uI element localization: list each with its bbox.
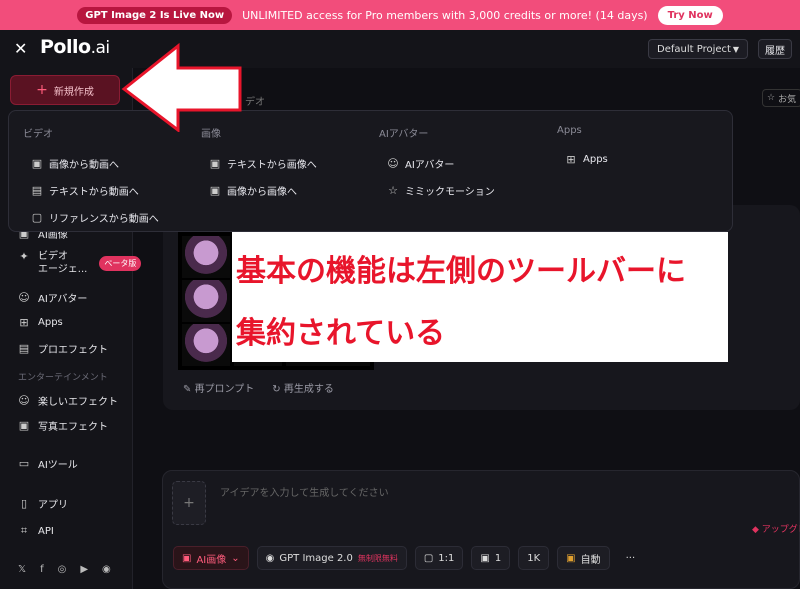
ratio-select[interactable]: ▢ 1:1 xyxy=(414,546,464,570)
menu-item-text-to-video[interactable]: ▤ テキストから動画へ xyxy=(23,177,159,204)
close-icon[interactable]: ✕ xyxy=(14,39,27,58)
annotation-line-2: 集約されている xyxy=(236,316,446,351)
apps-icon: ⊞ xyxy=(566,153,576,166)
sidebar-item-avatar[interactable]: ☺ AIアバター xyxy=(18,290,87,305)
thumbnail xyxy=(182,236,230,278)
style-select[interactable]: ▣ 自動 xyxy=(557,546,610,570)
reprompt-button[interactable]: ✎ 再プロンプト xyxy=(183,380,254,395)
avatar-icon: ☺ xyxy=(18,291,30,304)
model-icon: ◉ xyxy=(265,552,275,564)
count-select[interactable]: ▣ 1 xyxy=(471,546,511,570)
annotation-callout: 基本の機能は左側のツールバーに 集約されている xyxy=(232,232,728,362)
create-menu: ビデオ ▣ 画像から動画へ ▤ テキストから動画へ ▢ リファレンスから動画へ 画像 … xyxy=(8,110,733,232)
motion-icon: ☆ xyxy=(388,184,398,197)
image-icon: ▣ xyxy=(182,552,192,564)
annotation-arrow xyxy=(121,42,242,132)
youtube-icon[interactable]: ▶ xyxy=(80,564,88,575)
menu-col-image: 画像 ▣ テキストから画像へ ▣ 画像から画像へ xyxy=(201,125,317,204)
refresh-icon: ↻ xyxy=(272,384,284,395)
menu-item-reference-to-video[interactable]: ▢ リファレンスから動画へ xyxy=(23,204,159,231)
menu-item-text-to-image[interactable]: ▣ テキストから画像へ xyxy=(201,150,317,177)
sidebar-item-app[interactable]: ▯ アプリ xyxy=(18,496,68,511)
sidebar-item-ai-tools[interactable]: ▭ AIツール xyxy=(18,456,78,471)
free-badge: 無制限無料 xyxy=(357,553,398,563)
sidebar-item-video-agent[interactable]: ✦ ビデオ エージェ... ベータ版 xyxy=(18,250,142,276)
photo-icon: ▣ xyxy=(18,419,30,432)
favorites-button[interactable]: ☆ お気 xyxy=(762,89,800,107)
api-icon: ⌗ xyxy=(20,524,28,537)
plus-icon: + xyxy=(36,82,48,98)
tag-icon: ◆ xyxy=(752,525,762,535)
sidebar-section-entertainment: エンターテインメント xyxy=(18,373,108,383)
image-image-icon: ▣ xyxy=(209,184,221,197)
thumbnail xyxy=(182,324,230,366)
sidebar-item-pro-effects[interactable]: ▤ プロエフェクト xyxy=(18,341,108,356)
reference-icon: ▢ xyxy=(31,211,43,224)
add-image-button[interactable]: + xyxy=(172,481,206,525)
regenerate-button[interactable]: ↻ 再生成する xyxy=(272,380,334,395)
tools-icon: ▭ xyxy=(18,457,30,470)
prompt-input[interactable]: アイデアを入力して生成してください xyxy=(220,484,389,499)
menu-item-mimic-motion[interactable]: ☆ ミミックモーション xyxy=(379,177,495,204)
card-actions: ✎ 再プロンプト ↻ 再生成する xyxy=(183,380,334,395)
logo[interactable]: Pollo.ai xyxy=(40,36,110,58)
composer-toolbar: ▣ AI画像 ⌄ ◉ GPT Image 2.0 無制限無料 ▢ 1:1 ▣ 1 1K ▣ 自… xyxy=(173,546,643,570)
menu-item-image-to-video[interactable]: ▣ 画像から動画へ xyxy=(23,150,159,177)
upgrade-link[interactable]: ◆ アップグレ xyxy=(752,522,800,535)
promo-banner: GPT Image 2 Is Live Now UNLIMITED access… xyxy=(0,0,800,30)
instagram-icon[interactable]: ◎ xyxy=(58,564,67,575)
fun-effects-icon: ☺ xyxy=(18,394,30,407)
mode-select[interactable]: ▣ AI画像 ⌄ xyxy=(173,546,249,570)
text-image-icon: ▣ xyxy=(209,157,221,170)
star-icon: ☆ xyxy=(767,93,776,103)
text-video-icon: ▤ xyxy=(31,184,43,197)
chevron-down-icon: ⌄ xyxy=(231,552,240,564)
ratio-icon: ▢ xyxy=(423,552,434,564)
effects-icon: ▤ xyxy=(18,342,30,355)
x-icon[interactable]: 𝕏 xyxy=(18,564,26,575)
apps-icon: ⊞ xyxy=(19,316,29,329)
model-select[interactable]: ◉ GPT Image 2.0 無制限無料 xyxy=(256,546,407,570)
menu-col-avatar: AIアバター ☺ AIアバター ☆ ミミックモーション xyxy=(379,125,495,204)
sidebar-item-photo-effects[interactable]: ▣ 写真エフェクト xyxy=(18,418,108,433)
menu-item-ai-avatar[interactable]: ☺ AIアバター xyxy=(379,150,495,177)
banner-pill: GPT Image 2 Is Live Now xyxy=(77,6,233,24)
new-create-button[interactable]: + 新規作成 xyxy=(10,75,120,105)
thumbnail xyxy=(182,280,230,322)
menu-item-apps[interactable]: ⊞ Apps xyxy=(557,146,607,173)
style-icon: ▣ xyxy=(566,552,576,564)
plus-icon: + xyxy=(183,495,195,511)
banner-message: UNLIMITED access for Pro members with 3,… xyxy=(242,8,648,22)
phone-icon: ▯ xyxy=(20,497,28,510)
discord-icon[interactable]: ◉ xyxy=(102,564,111,575)
menu-col-apps: Apps ⊞ Apps xyxy=(557,125,608,173)
facebook-icon[interactable]: f xyxy=(40,564,44,575)
sidebar-item-apps[interactable]: ⊞ Apps xyxy=(18,316,62,329)
count-icon: ▣ xyxy=(480,552,490,564)
try-now-button[interactable]: Try Now xyxy=(657,5,723,25)
more-button[interactable]: ··· xyxy=(618,546,644,570)
image-video-icon: ▣ xyxy=(31,157,43,170)
resolution-select[interactable]: 1K xyxy=(518,546,550,570)
beta-badge: ベータ版 xyxy=(99,256,142,271)
edit-icon: ✎ xyxy=(183,384,195,395)
annotation-line-1: 基本の機能は左側のツールバーに xyxy=(236,254,686,289)
chevron-down-icon: ▼ xyxy=(732,44,739,54)
social-links: 𝕏 f ◎ ▶ ◉ xyxy=(18,564,111,575)
project-select[interactable]: Default Project ▼ xyxy=(648,39,748,59)
menu-col-video: ビデオ ▣ 画像から動画へ ▤ テキストから動画へ ▢ リファレンスから動画へ xyxy=(23,125,159,231)
sidebar-item-api[interactable]: ⌗ API xyxy=(18,524,54,538)
sparkle-icon: ✦ xyxy=(19,250,29,263)
avatar-icon: ☺ xyxy=(387,157,399,170)
breadcrumb: デオ xyxy=(245,97,265,108)
sidebar-item-fun-effects[interactable]: ☺ 楽しいエフェクト xyxy=(18,393,118,408)
history-button[interactable]: 履歴 xyxy=(758,39,792,59)
menu-item-image-to-image[interactable]: ▣ 画像から画像へ xyxy=(201,177,317,204)
